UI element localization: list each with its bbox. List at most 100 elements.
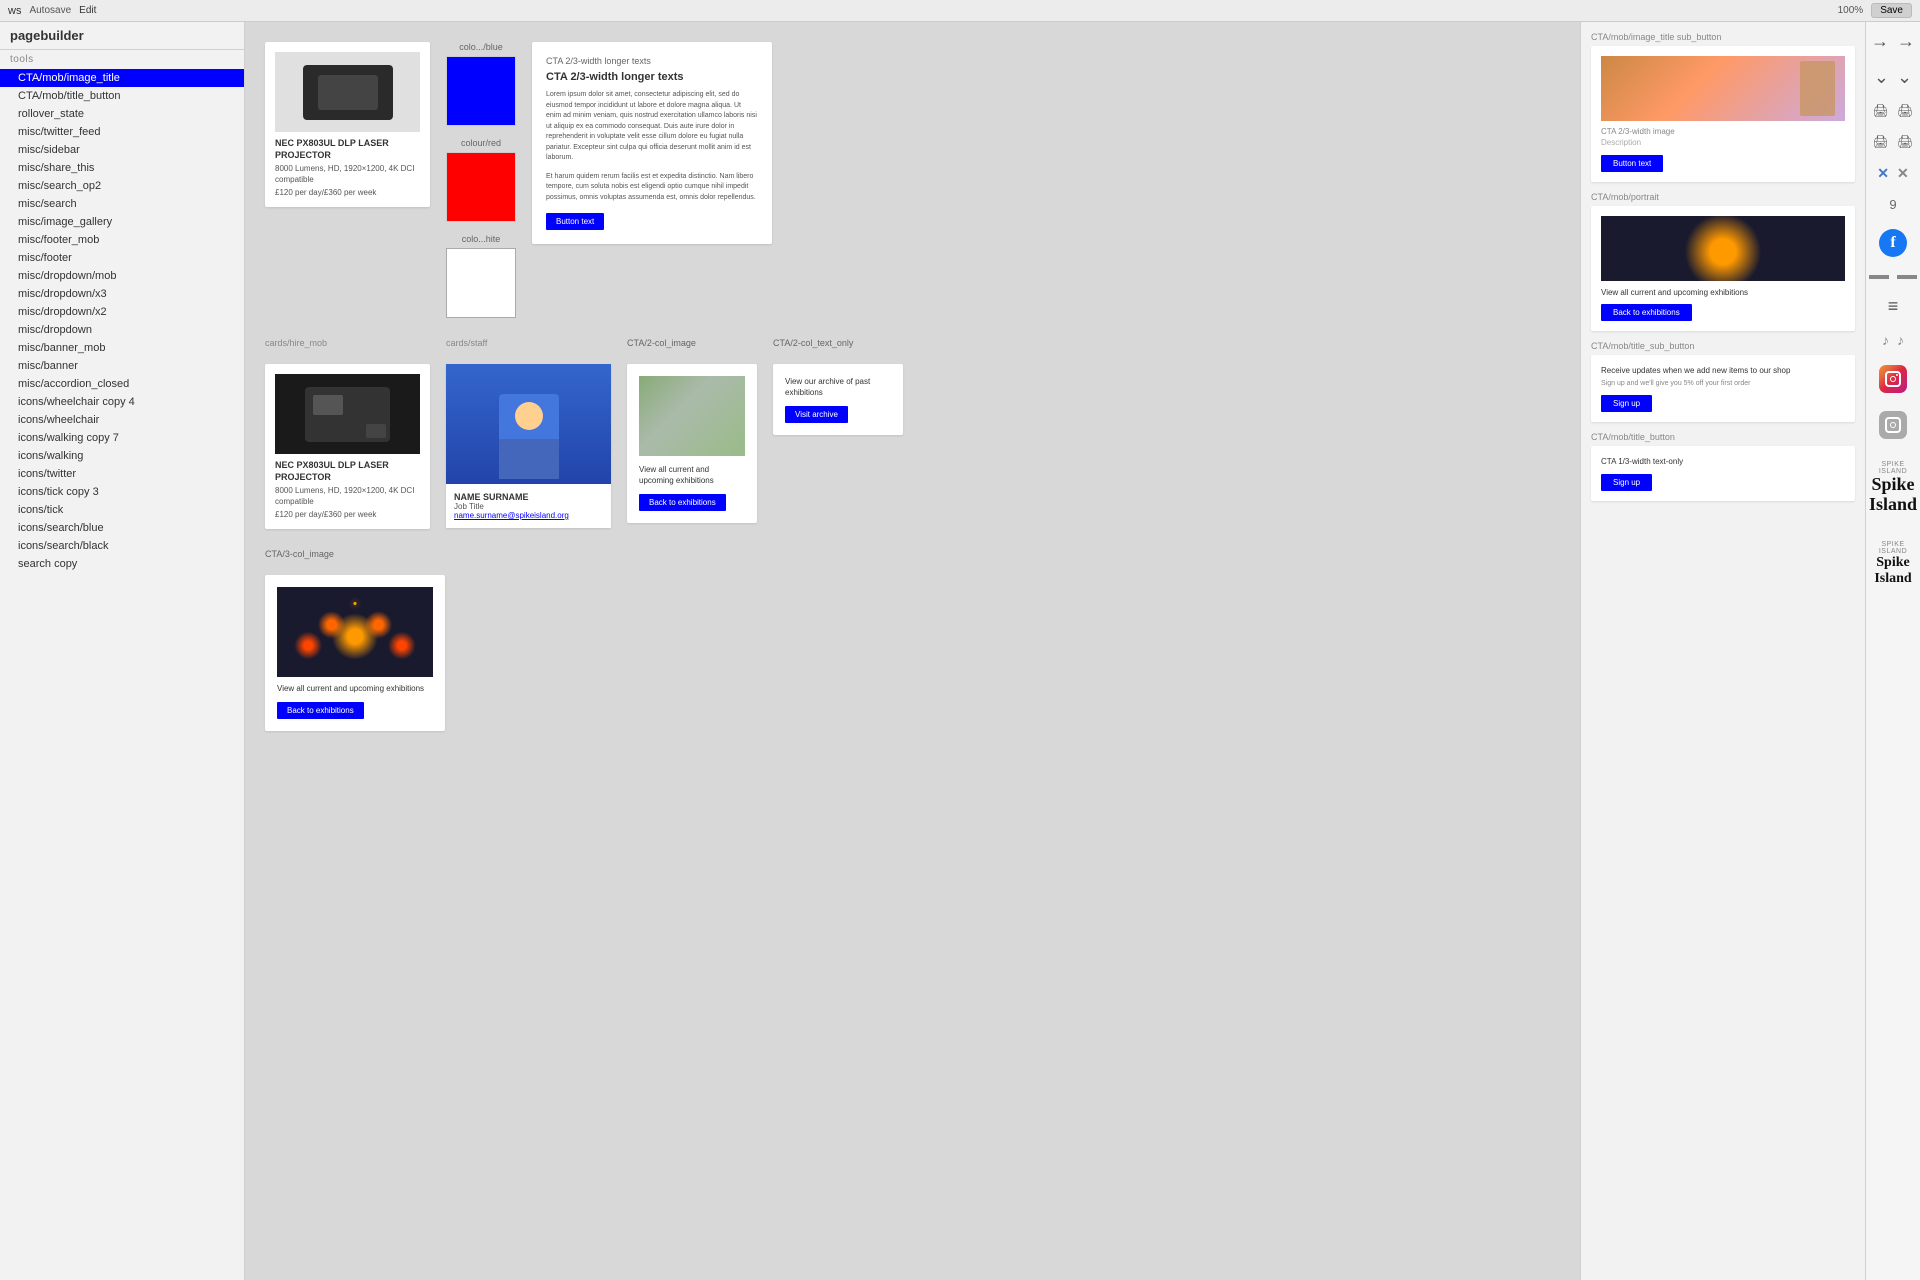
app-menu[interactable]: ws: [8, 5, 21, 17]
right-cta-button-2[interactable]: Back to exhibitions: [1601, 304, 1692, 321]
sidebar-section-label: tools: [0, 50, 244, 69]
sidebar-item-misc-twitter-feed[interactable]: misc/twitter_feed: [0, 123, 244, 141]
cta-2col-text-button[interactable]: Visit archive: [785, 406, 848, 423]
sidebar-item-cta-mob-image-title[interactable]: CTA/mob/image_title: [0, 69, 244, 87]
left-sidebar: pagebuilder tools CTA/mob/image_title CT…: [0, 22, 245, 1280]
right-cta-button-3[interactable]: Sign up: [1601, 395, 1652, 412]
right-cta-button-1[interactable]: Button text: [1601, 155, 1663, 172]
row-1: NEC PX803UL DLP LASER PROJECTOR 8000 Lum…: [265, 42, 1560, 318]
save-button[interactable]: Save: [1871, 3, 1912, 18]
equipment-desc-1: 8000 Lumens, HD, 1920×1200, 4K DCI compa…: [275, 164, 420, 185]
number-9-icon: 9: [1889, 198, 1896, 211]
logo-text-1: SpikeIsland: [1869, 475, 1917, 515]
cta-23width-button[interactable]: Button text: [546, 213, 604, 230]
sidebar-item-misc-accordion-closed[interactable]: misc/accordion_closed: [0, 375, 244, 393]
sidebar-item-search-copy[interactable]: search copy: [0, 555, 244, 573]
sidebar-item-misc-banner[interactable]: misc/banner: [0, 357, 244, 375]
sidebar-item-misc-dropdown-x2[interactable]: misc/dropdown/x2: [0, 303, 244, 321]
sidebar-item-misc-footer[interactable]: misc/footer: [0, 249, 244, 267]
instagram-icon-1[interactable]: [1879, 365, 1907, 393]
sidebar-item-misc-search-op2[interactable]: misc/search_op2: [0, 177, 244, 195]
sidebar-item-misc-dropdown-mob[interactable]: misc/dropdown/mob: [0, 267, 244, 285]
right-panel: CTA/mob/image_title sub_button CTA 2/3-w…: [1580, 22, 1865, 1280]
sidebar-item-cta-mob-title-button[interactable]: CTA/mob/title_button: [0, 87, 244, 105]
cta-3col-text: View all current and upcoming exhibition…: [277, 683, 433, 694]
edit-button[interactable]: Edit: [79, 5, 96, 16]
right-cta-block-1: CTA 2/3-width image Description Button t…: [1591, 46, 1855, 182]
right-cta-image-1: [1601, 56, 1845, 121]
cta-2col-image-button[interactable]: Back to exhibitions: [639, 494, 726, 511]
center-content: NEC PX803UL DLP LASER PROJECTOR 8000 Lum…: [245, 22, 1580, 1280]
printer-icon-4[interactable]: 🖨: [1897, 135, 1914, 148]
sidebar-item-misc-image-gallery[interactable]: misc/image_gallery: [0, 213, 244, 231]
row-2: cards/hire_mob NEC PX803UL DLP LASER PRO…: [265, 338, 1560, 529]
chevron-down-icon-1[interactable]: ⌄: [1874, 68, 1889, 86]
sidebar-header: pagebuilder: [0, 22, 244, 50]
arrow-right-icon-2[interactable]: →: [1897, 32, 1915, 50]
sidebar-item-icons-tick[interactable]: icons/tick: [0, 501, 244, 519]
right-cta-button-4[interactable]: Sign up: [1601, 474, 1652, 491]
right-cta-text-3: Receive updates when we add new items to…: [1601, 365, 1845, 376]
right-cta-label-4: CTA/mob/title_button: [1591, 432, 1855, 442]
chevron-down-icon-2[interactable]: ⌄: [1897, 68, 1912, 86]
arrow-right-icon-1[interactable]: →: [1871, 32, 1889, 50]
sidebar-item-icons-tick-copy3[interactable]: icons/tick copy 3: [0, 483, 244, 501]
sidebar-item-rollover-state[interactable]: rollover_state: [0, 105, 244, 123]
staff-email[interactable]: name.surname@spikeisland.org: [454, 511, 603, 520]
x-icon-2[interactable]: ✕: [1897, 166, 1909, 180]
zoom-level: 100%: [1838, 5, 1864, 16]
cta-2col-text-label: CTA/2-col_text_only: [773, 338, 903, 348]
printer-icons-row-1: 🖨 🖨: [1872, 104, 1913, 117]
sidebar-item-misc-dropdown[interactable]: misc/dropdown: [0, 321, 244, 339]
sidebar-item-icons-search-blue[interactable]: icons/search/blue: [0, 519, 244, 537]
chevron-icons-row: ⌄ ⌄: [1874, 68, 1912, 86]
printer-icon-1[interactable]: 🖨: [1872, 104, 1889, 117]
colour-blue-label: colo.../blue: [459, 42, 503, 52]
instagram-icon-2[interactable]: [1879, 411, 1907, 439]
top-bar-left: ws Autosave Edit: [8, 5, 96, 17]
sidebar-item-icons-twitter[interactable]: icons/twitter: [0, 465, 244, 483]
music-icon-2[interactable]: ♪: [1897, 333, 1904, 347]
cta-3col-button[interactable]: Back to exhibitions: [277, 702, 364, 719]
menu-icon[interactable]: ≡: [1888, 297, 1899, 315]
facebook-icon[interactable]: f: [1879, 229, 1907, 257]
equipment-card-1: NEC PX803UL DLP LASER PROJECTOR 8000 Lum…: [265, 42, 430, 207]
sidebar-item-misc-share-this[interactable]: misc/share_this: [0, 159, 244, 177]
sidebar-item-misc-banner-mob[interactable]: misc/banner_mob: [0, 339, 244, 357]
cta-23width-body: Lorem ipsum dolor sit amet, consectetur …: [546, 90, 758, 164]
cta-2col-text: View all current and upcoming exhibition…: [639, 464, 745, 486]
equipment-card-2: NEC PX803UL DLP LASER PROJECTOR 8000 Lum…: [265, 364, 430, 529]
colour-blue-swatch[interactable]: [446, 56, 516, 126]
sidebar-item-icons-search-black[interactable]: icons/search/black: [0, 537, 244, 555]
colour-blue-item: colo.../blue: [446, 42, 516, 126]
autosave-status: Autosave: [29, 5, 71, 16]
printer-icon-3[interactable]: 🖨: [1872, 135, 1889, 148]
cta-2col-text-only-text: View our archive of past exhibitions: [785, 376, 891, 398]
sidebar-item-icons-walking-copy7[interactable]: icons/walking copy 7: [0, 429, 244, 447]
music-icon-1[interactable]: ♪: [1882, 333, 1889, 347]
logo-label-2: Spike Island: [1870, 541, 1916, 555]
sidebar-item-misc-footer-mob[interactable]: misc/footer_mob: [0, 231, 244, 249]
dash-icon-1[interactable]: [1869, 275, 1889, 279]
colour-white-swatch[interactable]: [446, 248, 516, 318]
x-icon-1[interactable]: ✕: [1877, 166, 1889, 180]
staff-photo: [446, 364, 611, 484]
printer-icon-2[interactable]: 🖨: [1897, 104, 1914, 117]
right-cta-label-1: CTA/mob/image_title sub_button: [1591, 32, 1855, 42]
sidebar-item-misc-sidebar[interactable]: misc/sidebar: [0, 141, 244, 159]
sidebar-item-icons-walking[interactable]: icons/walking: [0, 447, 244, 465]
sidebar-item-misc-search[interactable]: misc/search: [0, 195, 244, 213]
colour-red-swatch[interactable]: [446, 152, 516, 222]
dash-icon-2[interactable]: [1897, 275, 1917, 279]
sidebar-item-misc-dropdown-x3[interactable]: misc/dropdown/x3: [0, 285, 244, 303]
printer-icons-row-2: 🖨 🖨: [1872, 135, 1913, 148]
right-cta-block-2: View all current and upcoming exhibition…: [1591, 206, 1855, 331]
cta-2col-image-label: CTA/2-col_image: [627, 338, 757, 348]
right-cta-image-2: [1601, 216, 1845, 281]
row-3: CTA/3-col_image View all current and upc…: [265, 549, 1560, 731]
main-container: pagebuilder tools CTA/mob/image_title CT…: [0, 22, 1920, 1280]
sidebar-item-icons-wheelchair[interactable]: icons/wheelchair: [0, 411, 244, 429]
cta-2col-image-col: CTA/2-col_image View all current and upc…: [627, 338, 757, 523]
cta-3col-label: CTA/3-col_image: [265, 549, 445, 559]
sidebar-item-icons-wheelchair-copy4[interactable]: icons/wheelchair copy 4: [0, 393, 244, 411]
